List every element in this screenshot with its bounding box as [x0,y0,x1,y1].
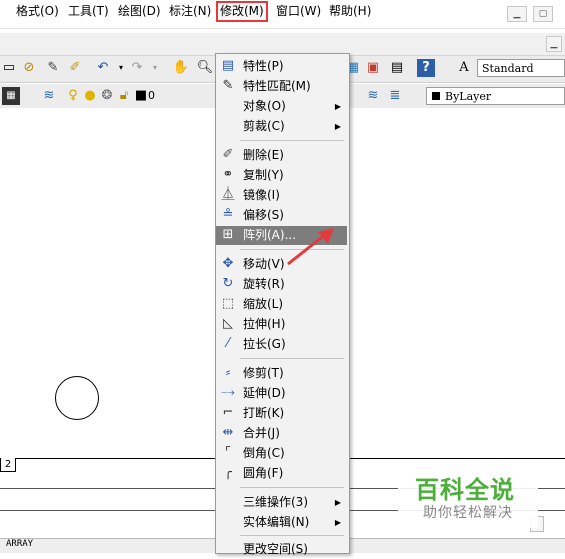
menu-help[interactable]: 帮助(H) [327,3,373,20]
restore-icon[interactable]: ▢ [533,6,553,22]
menu-item-chamfer[interactable]: ⌜ 倒角(C) [216,444,347,463]
chamfer-icon: ⌜ [224,445,232,460]
help-icon[interactable]: ? [417,59,435,77]
scale-icon: ⬚ [221,296,235,311]
mirror-icon: ⏅ [221,187,235,202]
layer-name[interactable]: 0 [148,89,155,102]
submenu-arrow-icon: ▶ [334,518,341,527]
menu-item-lengthen[interactable]: ⁄ 拉长(G) [216,335,347,354]
doc-minimize-icon[interactable]: ▁ [546,36,562,52]
rotate-icon: ↻ [222,276,234,291]
brush-icon[interactable]: ✎ [44,59,62,77]
menu-item-properties[interactable]: ▤ 特性(P) [216,57,347,76]
command-line-text: ARRAY [6,539,34,549]
pan-icon[interactable]: ✋ [172,59,190,77]
menu-item-clip[interactable]: 剪裁(C) ▶ [216,117,347,136]
menu-window[interactable]: 窗口(W) [274,3,323,20]
array-icon: ⊞ [222,227,234,242]
modify-menu: ▤ 特性(P) ✎ 特性匹配(M) 对象(O) ▶ 剪裁(C) ▶ ✐ 删除(E… [215,53,350,556]
layer-viewport-icon[interactable]: ❂ [98,87,116,105]
submenu-arrow-icon: ▶ [334,498,341,507]
redo-dropdown-icon[interactable]: ▾ [146,59,164,77]
text-style-icon[interactable]: A [455,59,473,77]
menu-item-copy[interactable]: ⚭ 复制(Y) [216,166,347,185]
layout-tab[interactable]: 2 [0,458,16,472]
menu-item-object[interactable]: 对象(O) ▶ [216,97,347,116]
circle-object[interactable] [55,376,99,420]
open-icon[interactable]: ⊘ [20,59,38,77]
zoom-icon[interactable]: 🔍︎ [196,59,214,77]
submenu-arrow-icon: ▶ [334,102,341,111]
match-properties-icon: ✎ [222,78,234,93]
menu-item-join[interactable]: ⇹ 合并(J) [216,424,347,443]
arrow-head [318,228,334,244]
menu-separator [240,535,344,536]
menu-draw[interactable]: 绘图(D) [116,3,163,20]
menu-separator [240,358,344,359]
arrow-shaft [287,232,327,266]
lengthen-icon: ⁄ [226,336,230,351]
text-style-select[interactable]: Standard [477,59,565,77]
submenu-arrow-icon: ▶ [334,122,341,131]
menu-modify[interactable]: 修改(M) [216,1,268,22]
match-brush-icon[interactable]: ✐ [66,59,84,77]
layer-states-icon[interactable]: ≋ [40,87,58,105]
menu-item-erase[interactable]: ✐ 删除(E) [216,146,347,165]
erase-icon: ✐ [222,147,234,162]
menu-item-mirror[interactable]: ⏅ 镜像(I) [216,186,347,205]
menu-item-change-space[interactable]: 更改空间(S) [216,540,347,559]
menu-item-extend[interactable]: ⤍ 延伸(D) [216,384,347,403]
trim-icon: ⸗ [225,365,231,380]
menu-separator [240,140,344,141]
sheet-set-icon[interactable]: ▣ [364,59,382,77]
watermark-title: 百科全说 [415,476,515,504]
offset-icon: ≗ [222,207,234,222]
menu-separator [240,487,344,488]
menu-item-solid-editing[interactable]: 实体编辑(N) ▶ [216,513,347,532]
move-icon: ✥ [222,256,234,271]
menu-item-match-properties[interactable]: ✎ 特性匹配(M) [216,77,347,96]
menu-item-break[interactable]: ⌐ 打断(K) [216,404,347,423]
copy-icon: ⚭ [222,167,234,182]
menu-format[interactable]: 格式(O) [14,3,61,20]
menu-item-stretch[interactable]: ◺ 拉伸(H) [216,315,347,334]
menu-item-rotate[interactable]: ↻ 旋转(R) [216,275,347,294]
layer-previous-icon[interactable]: ≋ [364,87,382,105]
annotation-arrow [287,228,334,266]
new-icon[interactable]: ▭ [0,59,18,77]
menu-item-scale[interactable]: ⬚ 缩放(L) [216,295,347,314]
layer-lock-icon[interactable]: 🔓︎ [115,87,133,105]
layer-manager-icon[interactable]: ▦ [2,87,20,105]
undo-icon[interactable]: ↶ [94,59,112,77]
extend-icon: ⤍ [221,385,235,400]
menu-item-trim[interactable]: ⸗ 修剪(T) [216,364,347,383]
menu-dimension[interactable]: 标注(N) [167,3,213,20]
layer-on-icon[interactable]: ♀ [64,87,82,105]
menu-item-fillet[interactable]: ╭ 圆角(F) [216,464,347,483]
menu-tools[interactable]: 工具(T) [66,3,111,20]
fillet-icon: ╭ [224,465,232,480]
stretch-icon: ◺ [223,316,233,331]
redo-icon[interactable]: ↷ [128,59,146,77]
color-swatch-icon [432,92,440,100]
layer-freeze-icon[interactable]: ● [81,87,99,105]
layer-match-icon[interactable]: ≣ [386,87,404,105]
linetype-select[interactable]: ByLayer [426,87,565,105]
minimize-icon[interactable]: ▁ [507,6,527,22]
watermark-subtitle: 助你轻松解决 [423,505,513,521]
menu-item-3d-operations[interactable]: 三维操作(3) ▶ [216,493,347,512]
properties-icon: ▤ [221,58,235,73]
calculator-icon[interactable]: ▤ [388,59,406,77]
break-icon: ⌐ [222,405,234,420]
join-icon: ⇹ [222,425,234,440]
